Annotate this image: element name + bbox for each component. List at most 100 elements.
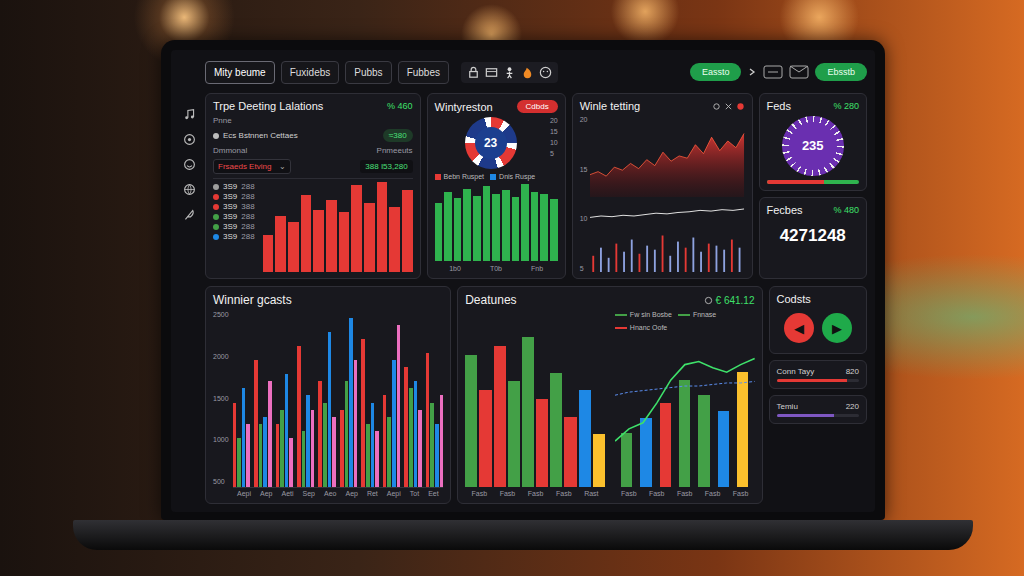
status-dot (213, 133, 219, 139)
mail-icon[interactable] (789, 65, 809, 79)
bar (564, 417, 576, 487)
laptop-base (73, 520, 973, 550)
spike-bar (739, 248, 741, 272)
stat-fill (777, 414, 835, 417)
card-title: Deatunes (465, 293, 516, 307)
flame-icon[interactable] (520, 65, 535, 80)
area-series (590, 133, 744, 197)
globe-icon[interactable] (183, 183, 196, 196)
bar (383, 395, 387, 487)
nav-tab[interactable]: Mity beume (205, 61, 275, 84)
right-column: Feds% 280235Fecbes% 4804271248 (759, 93, 867, 279)
bar (349, 318, 353, 487)
card-title: Trpe Deeting Lalations (213, 100, 323, 112)
total-card: Fecbes% 4804271248 (759, 197, 867, 279)
scene: Mity beume FuxidebsPubbs Fubbes Eassto Ebsst… (0, 0, 1024, 576)
spike-bar (616, 244, 618, 272)
bar (276, 424, 280, 487)
bet-row[interactable]: 3S9288 (213, 192, 255, 201)
bar (297, 346, 301, 487)
nav-tab[interactable]: Pubbs (345, 61, 391, 84)
alert-icon[interactable] (736, 102, 745, 111)
features-combo-chart (615, 334, 755, 487)
bar (323, 403, 327, 487)
bar (465, 355, 477, 487)
bar (593, 434, 605, 487)
controls-card: Codsts◀▶ (769, 286, 867, 354)
bar (397, 325, 401, 487)
bar (361, 339, 365, 487)
gauge-fill (767, 180, 824, 185)
winnings-chart (590, 116, 744, 272)
bar (302, 431, 306, 487)
top-nav: Mity beume FuxidebsPubbs Fubbes Eassto Ebsst… (205, 58, 867, 86)
spike-bar (724, 250, 726, 272)
x-axis: FasbFasbFasbFasbFasb (615, 490, 755, 497)
bar (233, 403, 237, 487)
close-icon[interactable] (724, 102, 733, 111)
features-bar-chart (465, 311, 605, 487)
bar (288, 222, 299, 272)
betting-card: Trpe Deeting Lalations% 460PnneEcs Bstnn… (205, 93, 421, 279)
bar (268, 381, 272, 487)
bet-row[interactable]: 3S9288 (213, 222, 255, 231)
line-overlay (615, 334, 755, 487)
bar (402, 190, 413, 273)
x-axis: AepiAepAetiSepAeoAepRetAepiTotEet (233, 490, 444, 497)
spike-bar (708, 244, 710, 272)
feather-icon[interactable] (183, 208, 196, 221)
gauge-track (767, 180, 859, 185)
bar (237, 438, 241, 487)
sidebar (179, 58, 199, 504)
gear-icon[interactable] (712, 102, 721, 111)
roulette-card: WintyrestonCdbds232015105Bebn RuspetDnis… (427, 93, 566, 279)
bet-row[interactable]: 3S9288 (213, 212, 255, 221)
bar (679, 380, 690, 487)
next-button[interactable]: ▶ (822, 313, 852, 343)
bet-row[interactable]: 3S9388 (213, 202, 255, 211)
badge[interactable]: Cdbds (517, 100, 558, 113)
action-button[interactable]: Ebsstb (815, 63, 867, 81)
bar (718, 411, 729, 488)
bar (502, 190, 510, 261)
spike-bar (693, 238, 695, 272)
bet-bar-chart (263, 182, 413, 272)
nav-tab[interactable]: Fubbes (398, 61, 449, 84)
bar (318, 381, 322, 487)
window-icon[interactable] (763, 65, 783, 79)
spike-bar (593, 256, 595, 272)
chip-icon[interactable] (183, 133, 196, 146)
previous-button[interactable]: ◀ (784, 313, 814, 343)
controls-column: Codsts◀▶Conn Tayy820Temiu220 (769, 286, 867, 504)
smile-icon[interactable] (183, 158, 196, 171)
bar (579, 390, 591, 487)
bar (404, 367, 408, 487)
card-icon[interactable] (484, 65, 499, 80)
face-icon[interactable] (538, 65, 553, 80)
bet-row[interactable]: 3S9288 (213, 182, 255, 191)
select-field[interactable]: Frsaeds Etving⌄ (213, 159, 291, 174)
nav-tab[interactable]: Fuxidebs (281, 61, 340, 84)
note-icon[interactable] (183, 108, 196, 121)
bet-row[interactable]: 3S9288 (213, 232, 255, 241)
gauge-card: Feds% 280235 (759, 93, 867, 191)
card-title: Winle tetting (580, 100, 641, 112)
lock-icon[interactable] (466, 65, 481, 80)
bar (640, 418, 651, 487)
winner-card: Winnier gcasts2500200015001000500AepiAep… (205, 286, 451, 504)
spike-bar (716, 246, 718, 272)
bar (660, 403, 671, 487)
chevron-icon[interactable] (747, 67, 757, 77)
icon-bar (461, 62, 558, 83)
y-axis: 2015105 (580, 116, 588, 272)
spike-bar (631, 240, 633, 272)
person-icon[interactable] (502, 65, 517, 80)
y-axis: 2015105 (550, 117, 558, 157)
dashboard: Mity beume FuxidebsPubbs Fubbes Eassto Ebsst… (171, 50, 875, 512)
action-button[interactable]: Eassto (690, 63, 742, 81)
card-title: Winnier gcasts (213, 293, 292, 307)
spike-bar (701, 252, 703, 272)
spike-bar (677, 242, 679, 272)
value-pill: ≈380 (383, 129, 413, 142)
bar (259, 424, 263, 487)
